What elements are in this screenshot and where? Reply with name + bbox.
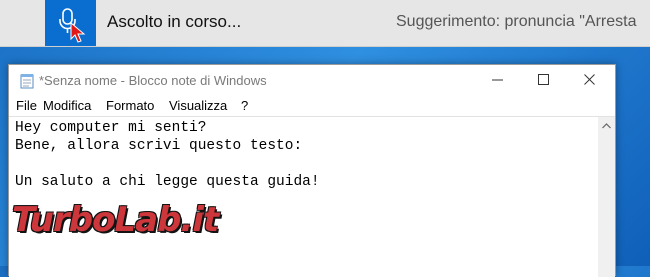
maximize-button[interactable] [521,65,567,95]
watermark-text: TurboLab.it [12,200,219,240]
text-line: Bene, allora scrivi questo testo: [15,138,303,154]
minimize-icon [492,79,503,81]
scroll-up-icon[interactable] [602,123,611,129]
microphone-button[interactable] [45,0,96,46]
menu-help[interactable]: ? [241,98,248,113]
menu-file[interactable]: File [16,98,37,113]
close-button[interactable] [567,65,613,95]
listening-status: Ascolto in corso... [107,12,242,31]
watermark-logo: TurboLab.it [12,200,234,248]
menu-bar: File Modifica Formato Visualizza ? [9,95,615,115]
speech-hint: Suggerimento: pronuncia "Arresta [396,13,637,30]
vertical-scrollbar[interactable] [598,116,615,277]
text-line: Hey computer mi senti? [15,120,207,136]
menu-formato[interactable]: Formato [106,98,154,113]
mouse-cursor-icon [70,22,86,43]
minimize-button[interactable] [475,65,521,95]
notepad-icon [20,74,34,89]
maximize-icon [538,74,549,85]
window-title: *Senza nome - Blocco note di Windows [39,73,267,88]
text-line: Un saluto a chi legge questa guida! [15,174,320,190]
menu-visualizza[interactable]: Visualizza [169,98,227,113]
text-editor[interactable]: Hey computer mi senti? Bene, allora scri… [9,116,598,277]
title-bar[interactable]: *Senza nome - Blocco note di Windows [9,65,615,95]
close-icon [584,74,595,85]
menu-modifica[interactable]: Modifica [43,98,91,113]
speech-recognition-bar: Ascolto in corso... Suggerimento: pronun… [0,0,650,47]
